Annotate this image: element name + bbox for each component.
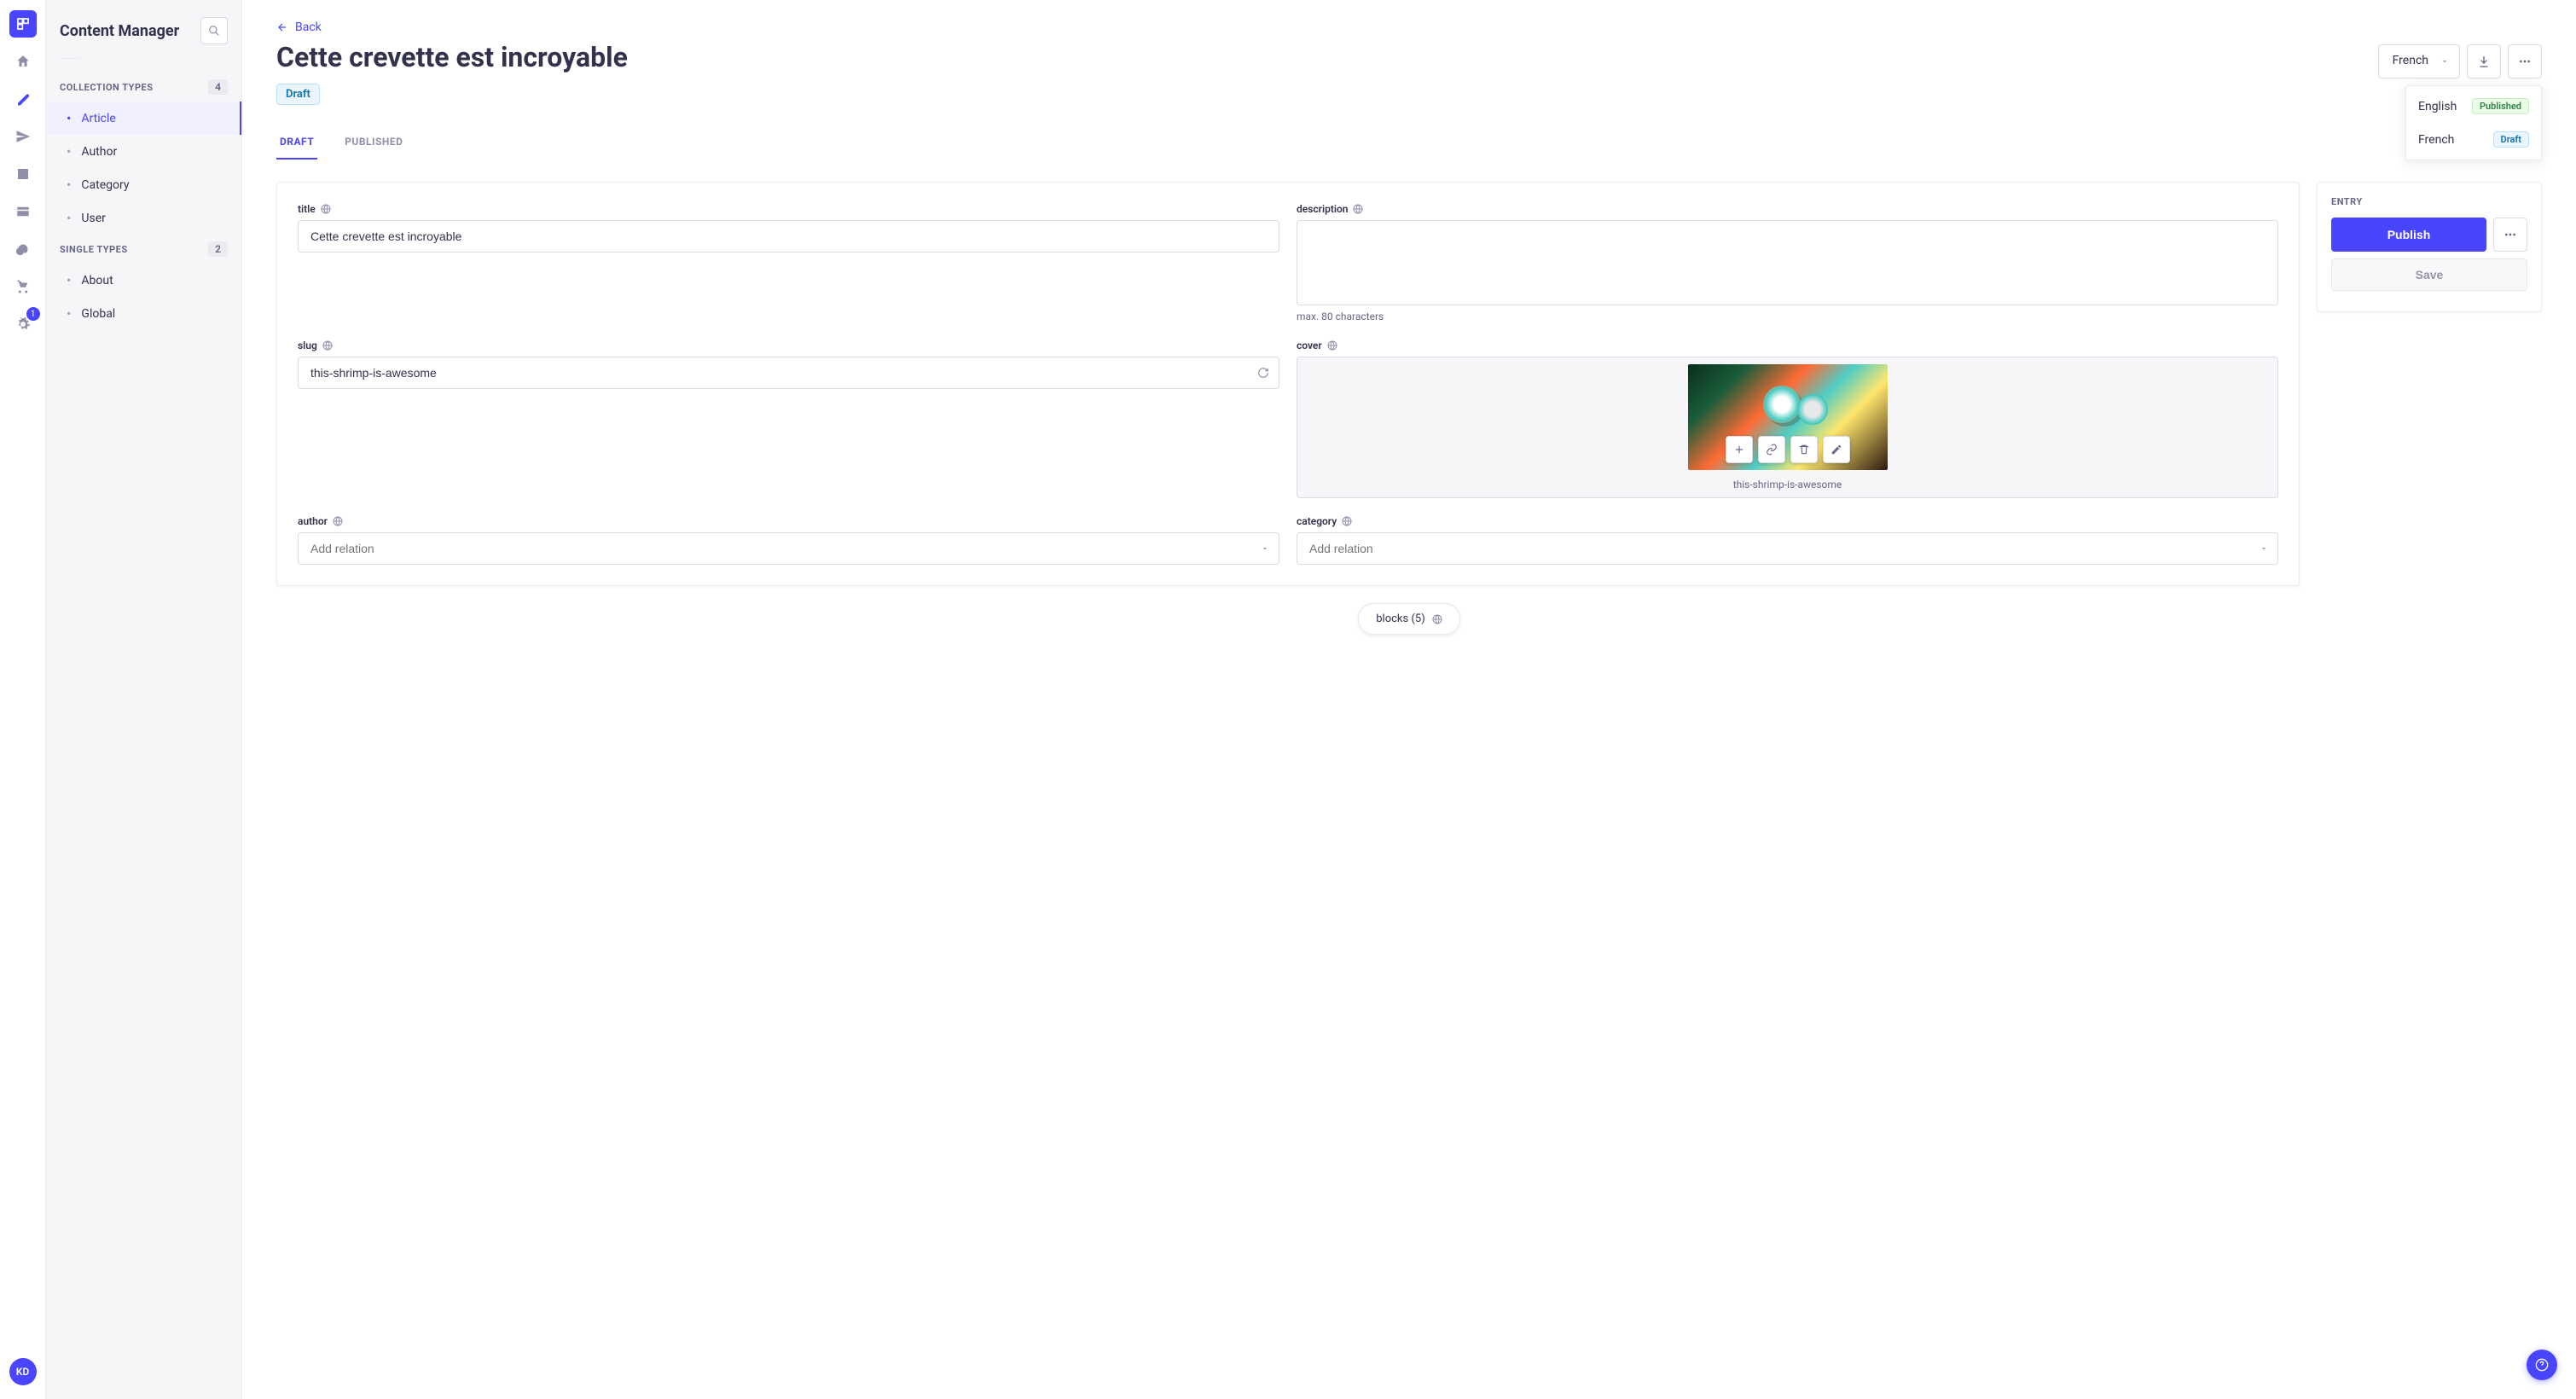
slug-input[interactable] [298, 357, 1279, 389]
builder-icon[interactable] [9, 198, 37, 225]
single-types-header: SINGLE TYPES 2 [46, 235, 241, 264]
sidebar-title: Content Manager [60, 22, 179, 40]
globe-icon [1327, 340, 1337, 351]
entry-more-button[interactable] [2493, 218, 2527, 252]
cover-delete-icon[interactable] [1790, 436, 1818, 463]
title-input[interactable] [298, 220, 1279, 253]
status-badge: Draft [276, 84, 320, 105]
divider [60, 58, 80, 59]
author-select[interactable] [298, 532, 1279, 565]
cover-add-icon[interactable] [1726, 436, 1753, 463]
app-logo[interactable] [9, 10, 37, 38]
cover-box: this-shrimp-is-awesome [1297, 357, 2278, 498]
cover-image[interactable] [1688, 364, 1888, 470]
settings-badge: 1 [26, 307, 40, 321]
cover-label: cover [1297, 340, 2278, 351]
form-card: title description max. 80 characters [276, 182, 2300, 586]
tab-draft[interactable]: DRAFT [276, 129, 317, 160]
globe-icon [1342, 516, 1352, 526]
help-fab[interactable] [2527, 1350, 2557, 1380]
entry-side-card: ENTRY Publish Save [2317, 182, 2542, 312]
description-input[interactable] [1297, 220, 2278, 305]
locale-option-english[interactable]: English Published [2406, 90, 2541, 123]
globe-icon [333, 516, 343, 526]
regenerate-icon[interactable] [1257, 367, 1269, 379]
plugins-icon[interactable] [9, 235, 37, 263]
globe-icon [1353, 204, 1363, 214]
tab-published[interactable]: PUBLISHED [341, 129, 406, 160]
content-icon[interactable] [9, 85, 37, 113]
icon-rail: 1 KD [0, 0, 46, 1399]
cover-edit-icon[interactable] [1823, 436, 1850, 463]
cover-link-icon[interactable] [1758, 436, 1785, 463]
send-icon[interactable] [9, 123, 37, 150]
locale-option-french[interactable]: French Draft [2406, 123, 2541, 156]
main-content: Back Cette crevette est incroyable Draft… [242, 0, 2576, 1399]
description-label: description [1297, 203, 2278, 215]
locale-dropdown: English Published French Draft [2405, 85, 2542, 160]
collection-types-header: COLLECTION TYPES 4 [46, 73, 241, 102]
sidebar: Content Manager COLLECTION TYPES 4 Artic… [46, 0, 242, 1399]
page-title: Cette crevette est incroyable [276, 41, 2542, 73]
category-select[interactable] [1297, 532, 2278, 565]
save-button[interactable]: Save [2331, 258, 2527, 291]
publish-button[interactable]: Publish [2331, 218, 2486, 252]
slug-label: slug [298, 340, 1279, 351]
blocks-pill[interactable]: blocks (5) [1358, 603, 1459, 635]
search-button[interactable] [200, 17, 228, 44]
sidebar-item-category[interactable]: Category [46, 168, 241, 201]
sidebar-item-user[interactable]: User [46, 201, 241, 235]
title-label: title [298, 203, 1279, 215]
tabs: DRAFT PUBLISHED [276, 129, 2542, 161]
home-icon[interactable] [9, 48, 37, 75]
more-actions-button[interactable] [2508, 44, 2542, 78]
globe-icon [321, 204, 331, 214]
sidebar-item-about[interactable]: About [46, 264, 241, 297]
media-icon[interactable] [9, 160, 37, 188]
marketplace-icon[interactable] [9, 273, 37, 300]
sidebar-item-author[interactable]: Author [46, 135, 241, 168]
back-link[interactable]: Back [276, 20, 322, 34]
chevron-down-icon [2440, 57, 2449, 66]
author-label: author [298, 515, 1279, 527]
category-label: category [1297, 515, 2278, 527]
globe-icon [322, 340, 333, 351]
download-button[interactable] [2467, 44, 2501, 78]
entry-label: ENTRY [2331, 196, 2527, 207]
user-avatar[interactable]: KD [9, 1358, 37, 1385]
description-hint: max. 80 characters [1297, 311, 2278, 322]
sidebar-item-article[interactable]: Article [46, 102, 241, 135]
settings-icon[interactable]: 1 [9, 311, 37, 338]
sidebar-item-global[interactable]: Global [46, 297, 241, 330]
cover-caption: this-shrimp-is-awesome [1733, 479, 1842, 491]
locale-selector[interactable]: French [2378, 44, 2460, 78]
globe-icon [1432, 614, 1442, 624]
